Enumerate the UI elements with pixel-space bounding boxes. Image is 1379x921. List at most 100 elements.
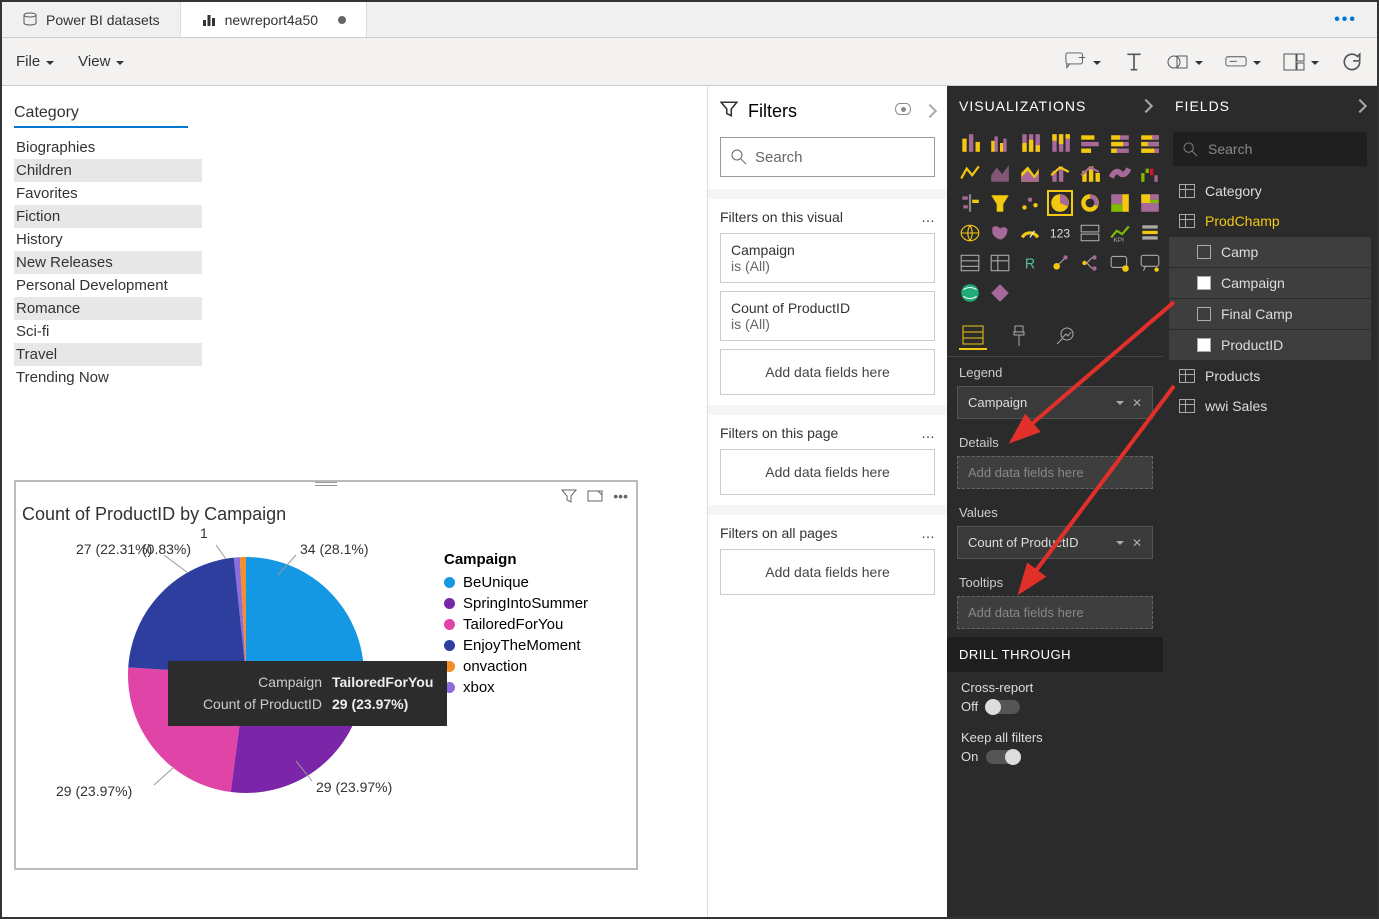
viz-type-icon[interactable]: R bbox=[1017, 250, 1043, 276]
viz-type-icon[interactable] bbox=[1077, 220, 1103, 246]
viz-type-icon[interactable] bbox=[1077, 190, 1103, 216]
fields-tab[interactable] bbox=[959, 322, 987, 350]
buttons-button[interactable] bbox=[1225, 52, 1261, 72]
viz-type-icon[interactable] bbox=[1137, 130, 1163, 156]
legend-item[interactable]: EnjoyTheMoment bbox=[444, 637, 624, 654]
viz-type-icon[interactable] bbox=[987, 160, 1013, 186]
slicer-item[interactable]: Romance bbox=[14, 297, 202, 320]
keep-filters-toggle[interactable]: On bbox=[961, 749, 1020, 764]
slicer-item[interactable]: Fiction bbox=[14, 205, 202, 228]
slicer-item[interactable]: Favorites bbox=[14, 182, 202, 205]
viz-type-icon[interactable] bbox=[957, 250, 983, 276]
viz-type-icon[interactable] bbox=[1017, 190, 1043, 216]
refresh-button[interactable] bbox=[1341, 52, 1363, 72]
viz-type-icon[interactable] bbox=[987, 130, 1013, 156]
eye-icon[interactable] bbox=[895, 103, 911, 115]
field-table[interactable]: ProdChamp bbox=[1163, 206, 1377, 236]
checkbox-icon[interactable] bbox=[1197, 307, 1211, 321]
viz-type-icon[interactable] bbox=[987, 280, 1013, 306]
view-menu[interactable]: View bbox=[78, 53, 124, 70]
slicer-item[interactable]: Travel bbox=[14, 343, 202, 366]
file-menu[interactable]: File bbox=[16, 53, 54, 70]
remove-field-icon[interactable]: ✕ bbox=[1132, 536, 1142, 550]
slicer-item[interactable]: Biographies bbox=[14, 136, 202, 159]
viz-type-icon[interactable]: 123 bbox=[1047, 220, 1073, 246]
viz-type-icon[interactable] bbox=[1047, 130, 1073, 156]
slicer-item[interactable]: Trending Now bbox=[14, 366, 202, 389]
viz-type-icon[interactable] bbox=[957, 130, 983, 156]
legend-item[interactable]: onvaction bbox=[444, 658, 624, 675]
tooltips-field-well[interactable]: Add data fields here bbox=[957, 596, 1153, 629]
viz-type-icon[interactable] bbox=[1107, 160, 1133, 186]
viz-type-icon[interactable] bbox=[1137, 250, 1163, 276]
filter-icon[interactable] bbox=[561, 488, 577, 507]
fields-search-input[interactable]: Search bbox=[1173, 132, 1367, 166]
viz-type-icon[interactable] bbox=[1137, 190, 1163, 216]
category-slicer[interactable]: Category BiographiesChildrenFavoritesFic… bbox=[14, 104, 202, 389]
legend-item[interactable]: BeUnique bbox=[444, 574, 624, 591]
checkbox-icon[interactable] bbox=[1197, 276, 1211, 290]
chevron-down-icon[interactable] bbox=[1116, 396, 1124, 410]
slicer-item[interactable]: Personal Development bbox=[14, 274, 202, 297]
checkbox-icon[interactable] bbox=[1197, 338, 1211, 352]
remove-field-icon[interactable]: ✕ bbox=[1132, 396, 1142, 410]
slicer-item[interactable]: Sci-fi bbox=[14, 320, 202, 343]
chevron-down-icon[interactable] bbox=[1116, 536, 1124, 550]
legend-field-well[interactable]: Campaign ✕ bbox=[957, 386, 1153, 419]
viz-type-icon[interactable] bbox=[1107, 190, 1133, 216]
collapse-pane-icon[interactable] bbox=[1141, 98, 1151, 114]
viz-type-icon[interactable] bbox=[1137, 160, 1163, 186]
viz-type-icon[interactable] bbox=[1047, 250, 1073, 276]
visual-interactions-button[interactable] bbox=[1283, 52, 1319, 72]
add-fields-dropzone[interactable]: Add data fields here bbox=[720, 349, 935, 395]
legend-item[interactable]: TailoredForYou bbox=[444, 616, 624, 633]
tab-datasets[interactable]: Power BI datasets bbox=[2, 2, 181, 37]
pie-chart-visual[interactable]: ••• Count of ProductID by Campaign 1 (0.… bbox=[14, 480, 638, 870]
filter-card[interactable]: Campaignis (All) bbox=[720, 233, 935, 283]
viz-type-icon[interactable] bbox=[1017, 220, 1043, 246]
viz-type-icon[interactable] bbox=[1137, 220, 1163, 246]
legend-item[interactable]: xbox bbox=[444, 679, 624, 696]
add-fields-dropzone[interactable]: Add data fields here bbox=[720, 449, 935, 495]
viz-type-icon[interactable] bbox=[957, 160, 983, 186]
field-column[interactable]: ProductID bbox=[1169, 330, 1371, 360]
format-tab[interactable] bbox=[1005, 322, 1033, 350]
field-table[interactable]: wwi Sales bbox=[1163, 391, 1377, 421]
ask-question-button[interactable] bbox=[1065, 52, 1101, 72]
more-icon[interactable]: … bbox=[921, 209, 935, 225]
viz-type-icon[interactable] bbox=[957, 190, 983, 216]
more-options-icon[interactable]: ••• bbox=[613, 488, 628, 507]
field-table[interactable]: Category bbox=[1163, 176, 1377, 206]
filters-search-input[interactable]: Search bbox=[720, 137, 935, 177]
field-column[interactable]: Campaign bbox=[1169, 268, 1371, 298]
cross-report-toggle[interactable]: Off bbox=[961, 699, 1020, 714]
collapse-pane-icon[interactable] bbox=[1355, 98, 1365, 114]
viz-type-icon[interactable] bbox=[1077, 250, 1103, 276]
analytics-tab[interactable] bbox=[1051, 322, 1079, 350]
text-box-button[interactable] bbox=[1123, 52, 1145, 72]
more-icon[interactable]: … bbox=[921, 425, 935, 441]
report-canvas[interactable]: Category BiographiesChildrenFavoritesFic… bbox=[2, 86, 707, 917]
slicer-item[interactable]: Children bbox=[14, 159, 202, 182]
legend-item[interactable]: SpringIntoSummer bbox=[444, 595, 624, 612]
checkbox-icon[interactable] bbox=[1197, 245, 1211, 259]
details-field-well[interactable]: Add data fields here bbox=[957, 456, 1153, 489]
field-table[interactable]: Products bbox=[1163, 361, 1377, 391]
viz-type-icon[interactable] bbox=[1047, 160, 1073, 186]
more-icon[interactable]: … bbox=[921, 525, 935, 541]
viz-type-icon[interactable] bbox=[957, 220, 983, 246]
viz-type-icon[interactable] bbox=[1107, 130, 1133, 156]
more-tabs-button[interactable]: ••• bbox=[1334, 11, 1357, 29]
viz-type-icon[interactable] bbox=[987, 220, 1013, 246]
tab-report[interactable]: newreport4a50 bbox=[181, 2, 367, 37]
viz-type-icon[interactable] bbox=[1017, 130, 1043, 156]
drag-handle-icon[interactable] bbox=[311, 480, 341, 488]
add-fields-dropzone[interactable]: Add data fields here bbox=[720, 549, 935, 595]
slicer-item[interactable]: New Releases bbox=[14, 251, 202, 274]
viz-type-icon[interactable] bbox=[1017, 160, 1043, 186]
viz-type-icon[interactable] bbox=[1107, 250, 1133, 276]
viz-type-icon[interactable] bbox=[987, 190, 1013, 216]
slicer-item[interactable]: History bbox=[14, 228, 202, 251]
viz-type-icon[interactable] bbox=[957, 280, 983, 306]
collapse-pane-icon[interactable] bbox=[925, 103, 935, 121]
